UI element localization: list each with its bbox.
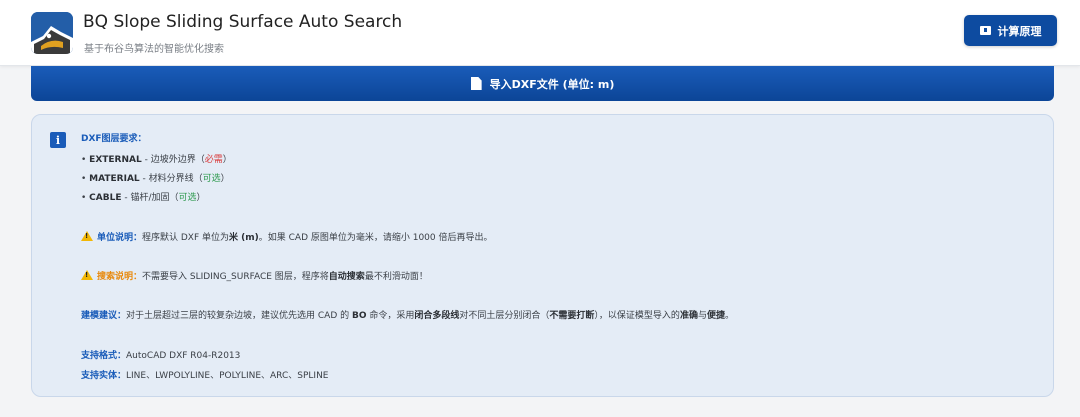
app-title: BQ Slope Sliding Surface Auto Search [83,12,403,32]
dxf-info-panel: i DXF图层要求： • EXTERNAL - 边坡外边界（必需） • MATE… [31,114,1054,397]
search-note: 搜索说明：不需要导入 SLIDING_SURFACE 图层，程序将自动搜索最不利… [81,269,428,282]
warning-icon [81,270,93,280]
app-subtitle: 基于布谷鸟算法的智能优化搜索 [84,44,224,55]
unit-note: 单位说明：程序默认 DXF 单位为米 (m)。如果 CAD 原图单位为毫米，请缩… [81,230,493,243]
calc-principle-button[interactable]: 计算原理 [964,15,1057,46]
info-icon: i [50,132,66,148]
supported-entities: 支持实体：LINE、LWPOLYLINE、POLYLINE、ARC、SPLINE [81,371,329,381]
warning-icon [81,231,93,241]
app-header: BQ Slope Sliding Surface Auto Search 基于布… [0,0,1080,66]
file-icon [470,77,482,90]
calc-principle-label: 计算原理 [997,24,1042,38]
optional-tag: 可选 [202,174,221,184]
slope-logo-icon [31,12,73,54]
supported-formats: 支持格式：AutoCAD DXF R04-R2013 [81,351,241,361]
app-logo [31,12,73,54]
layer-requirements-title: DXF图层要求： [81,134,147,144]
book-icon [979,26,991,35]
import-dxf-label: 导入DXF文件 (单位: m) [489,77,615,91]
required-tag: 必需 [204,155,223,165]
optional-tag: 可选 [178,193,197,203]
layer-item-external: • EXTERNAL - 边坡外边界（必需） [81,155,232,165]
layer-item-cable: • CABLE - 锚杆/加固（可选） [81,193,206,203]
layer-item-material: • MATERIAL - 材料分界线（可选） [81,174,230,184]
modeling-note: 建模建议：对于土层超过三层的较复杂边坡，建议优先选用 CAD 的 BO 命令，采… [81,311,734,321]
import-dxf-button[interactable]: 导入DXF文件 (单位: m) [31,66,1054,101]
